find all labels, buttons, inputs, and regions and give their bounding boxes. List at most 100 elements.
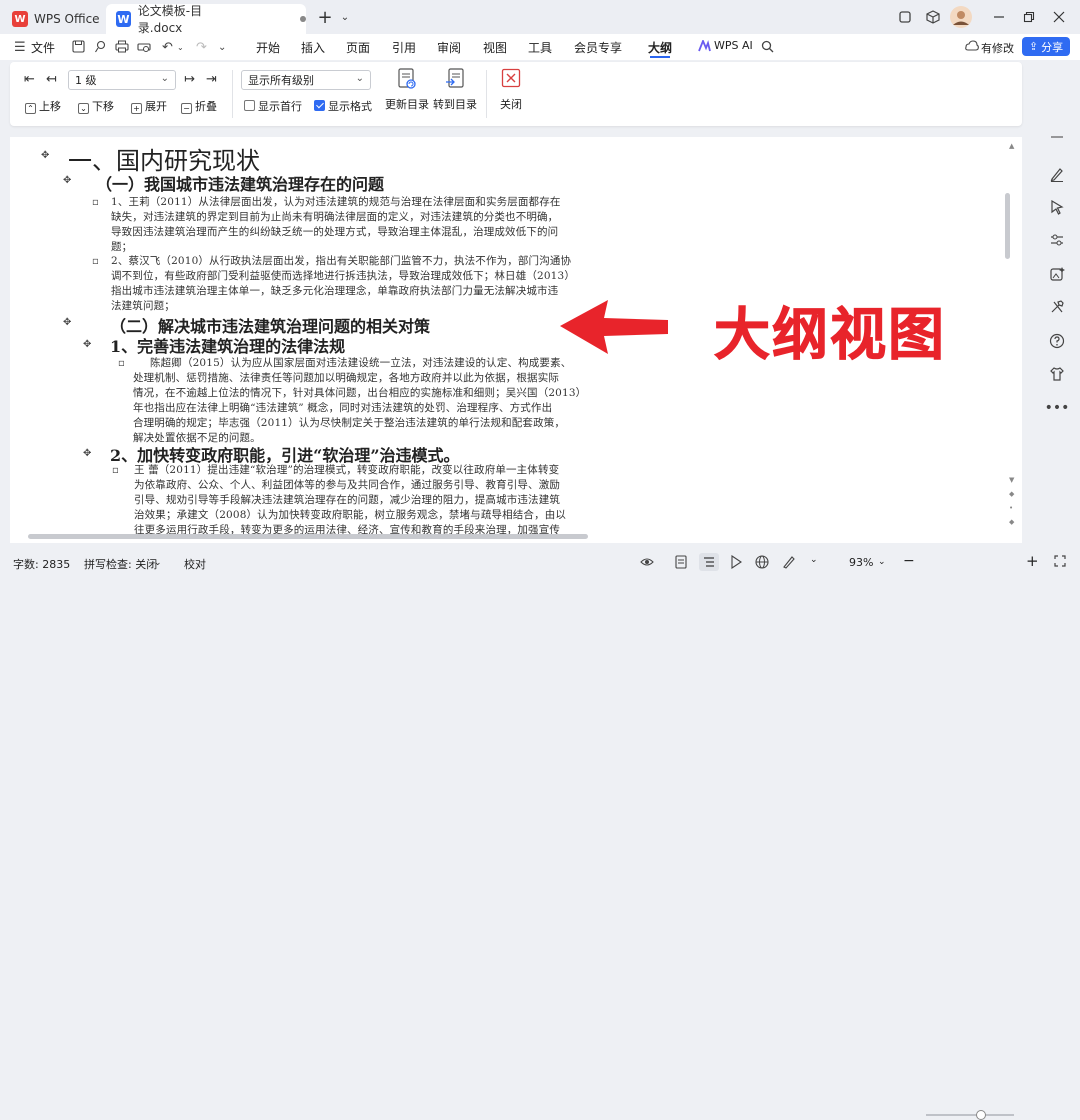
tab-list-chevron-icon[interactable]: ⌄ bbox=[334, 6, 356, 28]
demote-to-body-icon[interactable]: ⇥ bbox=[206, 72, 217, 87]
share-link-icon[interactable] bbox=[94, 40, 107, 57]
close-outline-button[interactable]: 关闭 bbox=[494, 68, 528, 112]
move-up-button[interactable]: ⌃ 上移 bbox=[25, 98, 61, 114]
horizontal-scrollbar-thumb[interactable] bbox=[28, 534, 588, 539]
update-toc-button[interactable]: 更新目录 bbox=[384, 68, 430, 112]
restore-icon[interactable] bbox=[1018, 6, 1040, 28]
body-line: 王 蕾（2011）提出违建“软治理”的治理模式，转变政府职能，改变以往政府单一主… bbox=[134, 464, 560, 476]
tab-outline[interactable]: 大纲 bbox=[648, 39, 672, 56]
undo-menu-chevron-icon[interactable]: ⌄ bbox=[177, 43, 184, 52]
cube-icon[interactable] bbox=[922, 6, 944, 28]
zoom-out-icon[interactable]: − bbox=[903, 553, 915, 569]
body-bullet-icon[interactable]: ▫ bbox=[92, 197, 99, 208]
tab-page[interactable]: 页面 bbox=[346, 39, 370, 56]
close-window-icon[interactable] bbox=[1048, 6, 1070, 28]
body-line: 年也指出应在法律上明确“违法建筑” 概念，同时对违法建筑的处罚、治理程序、方式作… bbox=[133, 402, 553, 414]
new-tab-button[interactable]: + bbox=[314, 6, 336, 28]
demote-icon[interactable]: ↦ bbox=[184, 72, 195, 87]
shirt-icon[interactable] bbox=[1048, 365, 1066, 383]
move-down-button[interactable]: ⌄ 下移 bbox=[78, 98, 114, 114]
eye-protection-icon[interactable] bbox=[640, 555, 654, 572]
page-view-icon[interactable] bbox=[675, 555, 687, 572]
move-up-label: 上移 bbox=[39, 100, 61, 113]
zoom-chevron-icon[interactable]: ⌄ bbox=[878, 557, 886, 567]
quick-access-chevron-icon[interactable]: ⌄ bbox=[218, 42, 226, 53]
document-tab[interactable]: W 论文模板-目录.docx bbox=[106, 4, 306, 35]
zoom-slider[interactable] bbox=[926, 1110, 1014, 1120]
zoom-level[interactable]: 93% bbox=[849, 556, 873, 569]
tab-tools[interactable]: 工具 bbox=[528, 39, 552, 56]
promote-icon[interactable]: ↤ bbox=[46, 72, 57, 87]
body-bullet-icon[interactable]: ▫ bbox=[92, 256, 99, 267]
image-sparkle-icon[interactable] bbox=[1048, 265, 1066, 283]
app-tab-label: WPS Office bbox=[34, 12, 100, 26]
view-options-chevron-icon[interactable]: ⌄ bbox=[810, 555, 818, 565]
tab-references[interactable]: 引用 bbox=[392, 39, 416, 56]
expand-button[interactable]: + 展开 bbox=[131, 98, 167, 114]
adjust-sliders-icon[interactable] bbox=[1048, 231, 1066, 249]
unsaved-dot-icon[interactable] bbox=[300, 16, 306, 22]
search-icon[interactable] bbox=[761, 40, 774, 57]
body-bullet-icon[interactable]: ▫ bbox=[112, 465, 119, 476]
outline-expand-icon[interactable]: ✥ bbox=[63, 317, 71, 328]
tab-home[interactable]: 开始 bbox=[256, 39, 280, 56]
minimize-icon[interactable] bbox=[988, 6, 1010, 28]
zoom-in-icon[interactable]: + bbox=[1026, 552, 1039, 570]
promote-to-heading1-icon[interactable]: ⇤ bbox=[24, 72, 35, 87]
spell-check-chevron-icon[interactable]: ⌄ bbox=[154, 558, 162, 568]
show-format-checkbox[interactable]: 显示格式 bbox=[314, 98, 372, 114]
tab-review[interactable]: 审阅 bbox=[437, 39, 461, 56]
web-view-icon[interactable] bbox=[755, 555, 769, 572]
fullscreen-icon[interactable] bbox=[1054, 555, 1066, 570]
more-icon[interactable]: ••• bbox=[1045, 399, 1070, 417]
print-icon[interactable] bbox=[115, 40, 129, 57]
window-tile-icon[interactable] bbox=[894, 6, 916, 28]
outline-view-icon[interactable] bbox=[699, 553, 719, 571]
outline-expand-icon[interactable]: ✥ bbox=[41, 150, 49, 161]
help-icon[interactable] bbox=[1048, 332, 1066, 350]
outline-expand-icon[interactable]: ✥ bbox=[83, 448, 91, 459]
outline-level-select[interactable]: 1 级 ⌄ bbox=[68, 70, 176, 90]
spell-check-status[interactable]: 拼写检查: 关闭 bbox=[84, 556, 157, 572]
select-cursor-icon[interactable] bbox=[1048, 198, 1066, 216]
app-tab[interactable]: W WPS Office bbox=[12, 4, 110, 34]
collapse-panel-icon[interactable] bbox=[1048, 134, 1066, 140]
redo-icon[interactable]: ↷ bbox=[196, 40, 207, 55]
callout-arrow bbox=[560, 300, 668, 354]
body-line: 处理机制、惩罚措施、法律责任等问题加以明确规定，各地方政府并以此为依据，根据实际 bbox=[133, 372, 559, 384]
goto-toc-button[interactable]: 转到目录 bbox=[432, 68, 478, 112]
tab-wps-ai[interactable]: WPS AI bbox=[714, 39, 753, 52]
outline-expand-icon[interactable]: ✥ bbox=[63, 175, 71, 186]
body-line: 指出城市违法建筑治理主体单一，缺乏多元化治理理念，单靠政府执法部门力量无法解决城… bbox=[111, 285, 559, 297]
tab-member[interactable]: 会员专享 bbox=[574, 39, 622, 56]
outline-expand-icon[interactable]: ✥ bbox=[83, 339, 91, 350]
tools-icon[interactable] bbox=[1048, 298, 1066, 316]
previous-page-icon[interactable]: ◆ bbox=[1009, 490, 1014, 498]
zoom-slider-knob[interactable] bbox=[975, 1110, 986, 1120]
tab-view[interactable]: 视图 bbox=[483, 39, 507, 56]
proofread-button[interactable]: 校对 bbox=[184, 556, 206, 572]
tab-insert[interactable]: 插入 bbox=[301, 39, 325, 56]
pen-icon[interactable] bbox=[1048, 165, 1066, 183]
collapse-button[interactable]: − 折叠 bbox=[181, 98, 217, 114]
print-preview-icon[interactable] bbox=[137, 40, 151, 57]
save-icon[interactable] bbox=[72, 40, 85, 57]
next-page-icon[interactable]: ◆ bbox=[1009, 518, 1014, 526]
menu-file[interactable]: 文件 bbox=[31, 39, 55, 56]
show-levels-select[interactable]: 显示所有级别 ⌄ bbox=[241, 70, 371, 90]
hamburger-icon[interactable]: ☰ bbox=[14, 40, 26, 55]
scroll-up-icon[interactable]: ▲ bbox=[1009, 142, 1014, 150]
edit-status-label[interactable]: 有修改 bbox=[981, 40, 1014, 56]
show-first-line-checkbox[interactable]: 显示首行 bbox=[244, 98, 302, 114]
avatar[interactable] bbox=[949, 5, 973, 29]
write-mode-icon[interactable] bbox=[782, 555, 796, 572]
play-icon[interactable] bbox=[730, 554, 742, 572]
scrollbar-thumb[interactable] bbox=[1005, 193, 1010, 259]
share-button[interactable]: ⇪ 分享 bbox=[1022, 37, 1070, 56]
body-bullet-icon[interactable]: ▫ bbox=[118, 358, 125, 369]
scroll-down-icon[interactable]: ▼ bbox=[1009, 476, 1014, 484]
page-nav-icon[interactable]: • bbox=[1009, 504, 1013, 512]
word-count[interactable]: 字数: 2835 bbox=[13, 556, 70, 572]
undo-icon[interactable]: ↶ bbox=[162, 40, 173, 55]
body-line: 治效果；承建文（2008）认为加快转变政府职能，树立服务观念，禁堵与疏导相结合，… bbox=[134, 509, 567, 521]
